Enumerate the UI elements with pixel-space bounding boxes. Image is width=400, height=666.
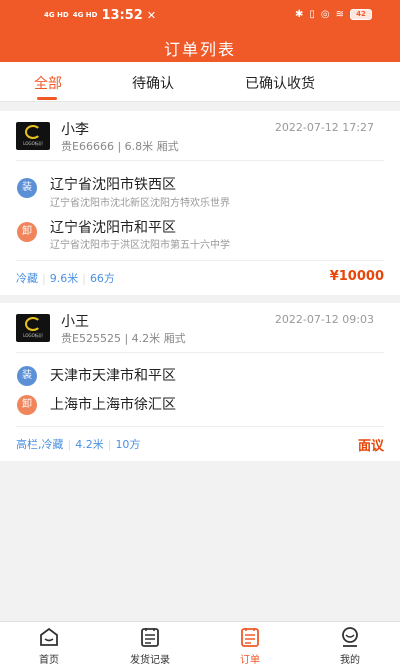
nav-orders[interactable]: 订单 — [220, 626, 280, 666]
driver-name: 小王 — [61, 314, 89, 330]
order-date: 2022-07-12 09:03 — [274, 313, 374, 326]
load-badge: 装 — [17, 178, 37, 198]
order-card[interactable]: LOGO标识 小李 贵E66666 | 6.8米 厢式 2022-07-12 1… — [0, 111, 400, 295]
unload-badge: 卸 — [17, 395, 37, 415]
load-detail: 辽宁省沈阳市沈北新区沈阳方特欢乐世界 — [50, 198, 230, 209]
divider — [16, 260, 384, 261]
load-address: 辽宁省沈阳市铁西区 — [50, 177, 176, 193]
divider — [16, 426, 384, 427]
driver-name: 小李 — [61, 122, 89, 138]
order-price: ¥10000 — [329, 269, 384, 284]
nfc-icon: ◎ — [320, 9, 330, 20]
plate-info: 贵E66666 | 6.8米 厢式 — [61, 140, 179, 153]
tab-indicator — [37, 97, 57, 100]
plate-info: 贵E525525 | 4.2米 厢式 — [61, 332, 186, 345]
profile-icon — [339, 626, 361, 648]
wifi-icon: ≋ — [335, 9, 344, 20]
bottom-nav: 首页 发货记录 订单 我的 — [0, 621, 400, 666]
bluetooth-icon: ✱ — [294, 9, 304, 20]
order-tags: 冷藏 | 9.6米 | 66方 — [16, 271, 115, 286]
order-tags: 高栏,冷藏 | 4.2米 | 10方 — [16, 437, 141, 452]
tool-icon: ✕ — [146, 9, 157, 22]
unload-badge: 卸 — [17, 222, 37, 242]
order-tabs: 全部 待确认 已确认收货 — [0, 62, 400, 102]
load-badge: 装 — [17, 366, 37, 386]
tab-pending[interactable]: 待确认 — [132, 73, 174, 93]
tab-all[interactable]: 全部 — [34, 73, 62, 93]
signal-icon: 4G HD — [72, 11, 98, 19]
unload-detail: 辽宁省沈阳市于洪区沈阳市第五十六中学 — [50, 240, 230, 251]
status-time: 13:52 — [101, 8, 143, 23]
home-icon — [38, 626, 60, 648]
tag: 冷藏 — [16, 272, 38, 285]
divider — [16, 160, 384, 161]
company-logo: LOGO标识 — [16, 122, 50, 150]
tag: 9.6米 — [49, 272, 79, 285]
signal-icon: 4G HD — [44, 11, 69, 19]
nav-shipping-record[interactable]: 发货记录 — [120, 626, 180, 666]
tag: 10方 — [115, 438, 141, 451]
nav-home[interactable]: 首页 — [19, 626, 79, 666]
shipping-record-icon — [139, 626, 161, 648]
order-price: 面议 — [357, 439, 384, 454]
company-logo: LOGO标识 — [16, 314, 50, 342]
orders-icon — [239, 626, 261, 648]
nav-profile[interactable]: 我的 — [320, 626, 380, 666]
nav-label: 订单 — [240, 655, 260, 666]
order-card[interactable]: LOGO标识 小王 贵E525525 | 4.2米 厢式 2022-07-12 … — [0, 303, 400, 461]
vibrate-icon: ▯ — [309, 9, 315, 20]
nav-label: 首页 — [39, 655, 59, 666]
page-title: 订单列表 — [163, 40, 236, 59]
battery-icon: 42 — [350, 9, 372, 20]
unload-address: 上海市上海市徐汇区 — [50, 397, 176, 413]
tag: 4.2米 — [75, 438, 104, 451]
order-date: 2022-07-12 17:27 — [274, 121, 374, 134]
status-bar: 4G HD 4G HD 13:52 ✕ ✱ ▯ ◎ ≋ 42 — [0, 0, 400, 30]
tab-received[interactable]: 已确认收货 — [245, 73, 315, 93]
tag: 高栏,冷藏 — [16, 438, 64, 451]
app-header: 4G HD 4G HD 13:52 ✕ ✱ ▯ ◎ ≋ 42 订单列表 — [0, 0, 400, 62]
nav-label: 我的 — [340, 655, 360, 666]
load-address: 天津市天津市和平区 — [50, 368, 176, 384]
tag: 66方 — [89, 272, 115, 285]
unload-address: 辽宁省沈阳市和平区 — [50, 220, 176, 236]
nav-label: 发货记录 — [130, 655, 170, 666]
divider — [16, 352, 384, 353]
